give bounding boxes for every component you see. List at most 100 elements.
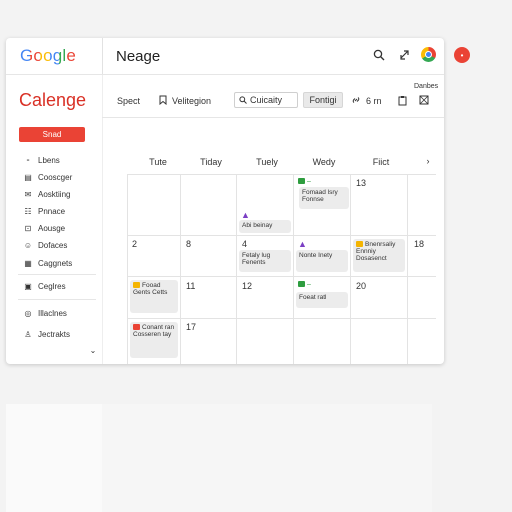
header-bottom-border (6, 74, 444, 75)
event-card[interactable]: Conant ran Cosseren tay (130, 322, 178, 358)
event-card[interactable]: Bnenrsaliy Ennniy Dosasenct (353, 239, 405, 272)
event-title: Fetaly lug Fenents (242, 252, 271, 266)
day-number[interactable]: 18 (414, 239, 424, 249)
grid-hline (127, 318, 436, 319)
sidebar-item-label: Caggnets (38, 258, 73, 268)
day-header-1: Tute (149, 157, 167, 167)
purple-event-icon: ▲ (298, 239, 307, 249)
notification-badge[interactable]: • (454, 47, 470, 63)
view-label[interactable]: Velitegion (172, 96, 211, 106)
grid-vline (127, 174, 128, 364)
search-label[interactable]: Spect (117, 96, 140, 106)
sidebar-item-label: Ceglres (38, 281, 66, 291)
link-icon[interactable] (350, 94, 362, 106)
google-logo[interactable]: Google (20, 46, 76, 66)
bookmark-icon[interactable] (158, 94, 168, 106)
event-tag-green: – (298, 281, 311, 288)
day-number[interactable]: 11 (186, 281, 195, 291)
calendar-window: Google Neage Calenge Spect Velitegion Cu… (6, 38, 444, 364)
grid-vline (407, 174, 408, 364)
sidebar-divider (102, 75, 103, 364)
event-title: Foeat ratl (299, 294, 327, 301)
red-tag-icon (133, 324, 140, 331)
day-number[interactable]: 13 (356, 178, 366, 188)
event-title: Nonte Inety (299, 252, 333, 259)
day-header-2: Tiday (200, 157, 222, 167)
sidebar-item-label: Aousge (38, 223, 66, 233)
day-number[interactable]: 17 (186, 322, 196, 332)
day-header-5: Fiict (372, 157, 390, 167)
day-number[interactable]: 20 (356, 281, 366, 291)
create-button[interactable]: Snad (19, 127, 85, 142)
zoom-label[interactable]: 6 rn (366, 96, 382, 106)
target-icon: ◎ (24, 308, 32, 318)
sidebar-item-label: Lbens (38, 155, 60, 165)
calendar-view-icon[interactable] (418, 94, 430, 106)
day-number[interactable]: 8 (186, 239, 191, 249)
sidebar-item-aousge[interactable]: ⊡ Aousge (24, 221, 100, 235)
event-card[interactable]: Fooad Gents Cetts (130, 280, 178, 313)
sidebar-item-illaclnes[interactable]: ◎ Illaclnes (24, 306, 100, 320)
day-number[interactable]: 4 (242, 239, 247, 249)
purple-event-icon: ▲ (241, 210, 250, 220)
grid-hline (127, 174, 436, 175)
calendar-icon: ▤ (24, 172, 32, 182)
chevron-right-icon[interactable]: › (423, 156, 433, 166)
lock-icon: ⊡ (24, 223, 32, 233)
grid-vline (180, 174, 181, 364)
person-icon: ♙ (24, 329, 32, 339)
yellow-tag-icon (133, 282, 140, 289)
day-header-3: Tuely (256, 157, 278, 167)
sidebar-item-lbens[interactable]: ⁃ Lbens (24, 153, 100, 167)
settings-button[interactable]: Fontigi (303, 92, 343, 108)
sidebar-item-label: Dofaces (38, 240, 68, 250)
sidebar-item-aosktiing[interactable]: ✉ Aosktiing (24, 187, 100, 201)
event-title: Abi beinay (242, 222, 273, 229)
search-small-icon (239, 96, 247, 104)
background-panel-left (6, 404, 102, 512)
event-title: Fomaad lsry Fonnse (302, 189, 338, 203)
search-icon[interactable] (372, 48, 386, 62)
event-card[interactable]: Foeat ratl (296, 292, 348, 308)
day-number[interactable]: 2 (132, 239, 137, 249)
page-title: Neage (116, 48, 161, 65)
list-icon: ⁃ (26, 155, 30, 165)
sidebar-item-ceglres[interactable]: ▣ Ceglres (24, 279, 100, 293)
search-field-value: Cuicaity (250, 95, 283, 105)
grid-hline (127, 276, 436, 277)
sidebar-item-caggnets[interactable]: ▦ Caggnets (24, 256, 100, 270)
chevron-down-icon[interactable]: ⌄ (88, 346, 98, 355)
share-icon[interactable] (398, 48, 412, 62)
sidebar-separator (18, 274, 96, 275)
sidebar-item-jectrakts[interactable]: ♙ Jectrakts (24, 327, 100, 341)
grid-hline (127, 235, 436, 236)
event-card[interactable]: Nonte Inety (296, 250, 348, 272)
contacts-icon: ☺ (23, 240, 33, 250)
grid-vline (350, 174, 351, 364)
grid-vline (236, 174, 237, 364)
sidebar-item-pnnace[interactable]: ☷ Pnnace (24, 204, 100, 218)
search-field[interactable]: Cuicaity (234, 92, 298, 108)
app-title: Calenge (19, 90, 87, 110)
sidebar-item-label: Illaclnes (38, 308, 67, 318)
clipboard-icon[interactable] (396, 94, 408, 106)
sidebar-item-dofaces[interactable]: ☺ Dofaces (24, 238, 100, 252)
document-icon: ▣ (24, 281, 32, 291)
sidebar-item-cooscger[interactable]: ▤ Cooscger (24, 170, 100, 184)
event-card[interactable]: Abi beinay (239, 220, 291, 233)
sidebar-separator (18, 299, 96, 300)
day-number[interactable]: 12 (242, 281, 252, 291)
event-card[interactable]: Fetaly lug Fenents (239, 250, 291, 272)
chrome-icon[interactable] (421, 47, 436, 62)
people-icon: ☷ (24, 206, 32, 216)
event-card[interactable]: Fomaad lsry Fonnse (299, 187, 349, 209)
background-panel-right (102, 404, 432, 512)
yellow-tag-icon (356, 241, 363, 248)
grid-icon: ▦ (24, 258, 32, 268)
sidebar-item-label: Cooscger (38, 172, 73, 182)
logo-text: Google (20, 46, 77, 65)
toolbar-bottom-border (102, 117, 444, 118)
event-tag-green: – (298, 178, 311, 185)
sidebar-item-label: Aosktiing (38, 189, 71, 199)
corner-label: Danbes (414, 83, 439, 90)
